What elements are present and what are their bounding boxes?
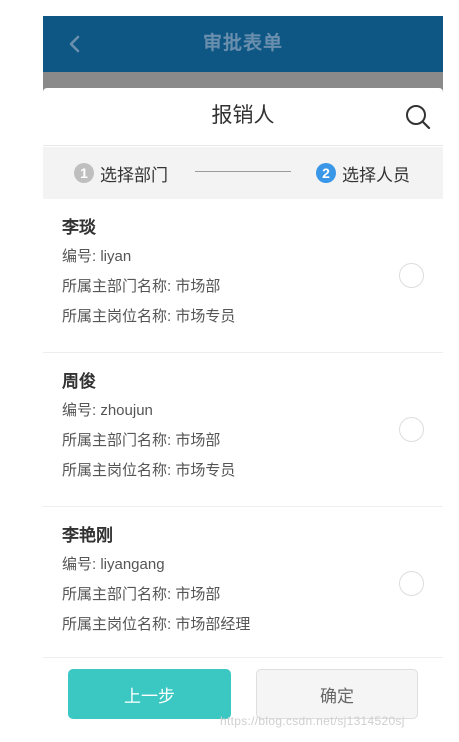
person-position: 所属主岗位名称: 市场专员 [62,462,236,479]
person-list: 李琰 编号: liyan 所属主部门名称: 市场部 所属主岗位名称: 市场专员 … [43,199,443,659]
person-position: 所属主岗位名称: 市场专员 [62,308,236,325]
select-radio[interactable] [399,571,424,596]
sheet-title: 报销人 [211,104,275,127]
person-id: 编号: liyangang [62,556,165,573]
person-name: 周俊 [62,372,96,391]
person-id: 编号: zhoujun [62,402,153,419]
step-connector [195,171,291,172]
person-id: 编号: liyan [62,248,132,265]
person-position: 所属主岗位名称: 市场部经理 [62,616,251,633]
previous-step-button[interactable]: 上一步 [68,669,231,719]
chevron-left-icon [69,35,80,53]
sheet-header: 报销人 [43,88,443,146]
select-person-sheet: 报销人 1 选择部门 2 选择人员 李琰 编号: liyan 所属主部门名称: … [43,88,443,726]
step-select-department[interactable]: 1 选择部门 [74,161,168,185]
person-name: 李艳刚 [62,526,113,545]
confirm-button[interactable]: 确定 [256,669,418,719]
step-indicator: 1 选择部门 2 选择人员 [43,147,443,199]
back-button[interactable] [63,32,87,56]
person-name: 李琰 [62,218,96,237]
person-department: 所属主部门名称: 市场部 [62,586,221,603]
step-number-badge: 1 [74,163,94,183]
step-label: 选择部门 [100,165,168,185]
watermark-text: https://blog.csdn.net/sj1314520sj [220,714,405,728]
search-icon [406,105,431,130]
person-item[interactable]: 周俊 编号: zhoujun 所属主部门名称: 市场部 所属主岗位名称: 市场专… [43,353,443,507]
phone-frame: 审批表单 报销人 1 选择部门 2 选择人员 李琰 编号: liyan 所属主部… [43,16,443,726]
person-department: 所属主部门名称: 市场部 [62,278,221,295]
search-button[interactable] [404,103,432,131]
step-select-person: 2 选择人员 [316,161,410,185]
person-item[interactable]: 李艳刚 编号: liyangang 所属主部门名称: 市场部 所属主岗位名称: … [43,507,443,659]
person-department: 所属主部门名称: 市场部 [62,432,221,449]
app-title: 审批表单 [202,33,283,54]
step-number-badge: 2 [316,163,336,183]
select-radio[interactable] [399,263,424,288]
app-header: 审批表单 [43,16,443,72]
select-radio[interactable] [399,417,424,442]
step-label: 选择人员 [342,165,410,185]
person-item[interactable]: 李琰 编号: liyan 所属主部门名称: 市场部 所属主岗位名称: 市场专员 [43,199,443,353]
